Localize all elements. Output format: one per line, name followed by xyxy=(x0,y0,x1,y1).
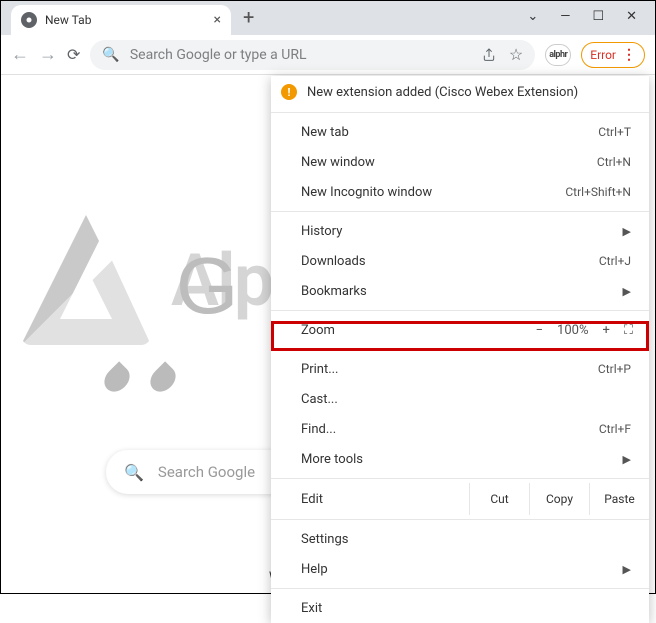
profile-badge[interactable]: alphr xyxy=(545,44,571,66)
caret-down-icon[interactable]: ⌄ xyxy=(527,9,538,24)
menu-separator xyxy=(271,112,649,113)
forward-button[interactable]: → xyxy=(39,44,57,65)
chrome-main-menu: ! New extension added (Cisco Webex Exten… xyxy=(271,76,649,623)
maximize-icon[interactable]: ☐ xyxy=(592,9,604,24)
title-bar: New Tab × + ⌄ — ☐ ✕ xyxy=(1,1,655,35)
edit-paste-button[interactable]: Paste xyxy=(589,483,649,515)
menu-shortcut: Ctrl+T xyxy=(598,125,631,139)
ntp-search-placeholder: Search Google xyxy=(158,463,255,481)
decorative-drops xyxy=(106,365,174,393)
menu-downloads[interactable]: Downloads Ctrl+J xyxy=(271,246,649,276)
chevron-right-icon: ▶ xyxy=(623,225,631,238)
menu-separator xyxy=(271,349,649,350)
chevron-right-icon: ▶ xyxy=(623,285,631,298)
new-tab-button[interactable]: + xyxy=(243,5,254,29)
menu-label: Help xyxy=(301,562,328,577)
drop-icon xyxy=(145,361,180,396)
menu-label: Exit xyxy=(301,601,322,616)
tab-title: New Tab xyxy=(45,13,214,27)
menu-history[interactable]: History ▶ xyxy=(271,216,649,246)
zoom-out-button[interactable]: − xyxy=(536,323,543,338)
menu-label: Zoom xyxy=(301,323,335,338)
alphr-logo-icon xyxy=(21,215,151,345)
close-window-icon[interactable]: ✕ xyxy=(626,9,637,24)
menu-notification[interactable]: ! New extension added (Cisco Webex Exten… xyxy=(271,76,649,108)
menu-dots-icon[interactable]: ⋮ xyxy=(622,47,636,63)
menu-label: Downloads xyxy=(301,254,366,269)
menu-print[interactable]: Print... Ctrl+P xyxy=(271,354,649,384)
zoom-value: 100% xyxy=(557,323,588,338)
menu-settings[interactable]: Settings xyxy=(271,524,649,554)
menu-new-incognito[interactable]: New Incognito window Ctrl+Shift+N xyxy=(271,177,649,207)
menu-label: History xyxy=(301,224,342,239)
menu-label: Bookmarks xyxy=(301,284,367,299)
close-tab-icon[interactable]: × xyxy=(214,12,221,28)
reload-button[interactable]: ⟳ xyxy=(67,45,80,64)
menu-label: New tab xyxy=(301,125,349,140)
chevron-right-icon: ▶ xyxy=(623,453,631,466)
menu-exit[interactable]: Exit xyxy=(271,593,649,623)
menu-new-tab[interactable]: New tab Ctrl+T xyxy=(271,117,649,147)
minimize-icon[interactable]: — xyxy=(560,9,570,24)
search-icon: 🔍 xyxy=(102,47,119,63)
drop-icon xyxy=(99,361,134,396)
menu-separator xyxy=(271,211,649,212)
edit-cut-button[interactable]: Cut xyxy=(469,483,529,515)
menu-bookmarks[interactable]: Bookmarks ▶ xyxy=(271,276,649,306)
menu-shortcut: Ctrl+J xyxy=(599,254,631,268)
menu-separator xyxy=(271,478,649,479)
bookmark-star-icon[interactable]: ☆ xyxy=(509,45,523,64)
zoom-in-button[interactable]: + xyxy=(603,323,610,338)
notification-text: New extension added (Cisco Webex Extensi… xyxy=(307,85,578,100)
chrome-favicon-icon xyxy=(21,12,37,28)
browser-tab[interactable]: New Tab × xyxy=(11,5,231,35)
menu-edit: Edit Cut Copy Paste xyxy=(271,483,649,515)
menu-new-window[interactable]: New window Ctrl+N xyxy=(271,147,649,177)
menu-label: Find... xyxy=(301,422,336,437)
back-button[interactable]: ← xyxy=(11,44,29,65)
address-bar[interactable]: 🔍 Search Google or type a URL ☆ xyxy=(90,40,535,70)
menu-separator xyxy=(271,588,649,589)
menu-label: More tools xyxy=(301,452,363,467)
menu-separator xyxy=(271,310,649,311)
search-icon: 🔍 xyxy=(124,463,144,482)
menu-separator xyxy=(271,519,649,520)
menu-shortcut: Ctrl+F xyxy=(599,422,631,436)
omnibox-placeholder: Search Google or type a URL xyxy=(130,47,463,63)
menu-label: Edit xyxy=(271,492,469,507)
window-controls: ⌄ — ☐ ✕ xyxy=(509,1,655,32)
menu-label: Cast... xyxy=(301,392,338,407)
error-label: Error xyxy=(590,48,616,62)
share-icon[interactable] xyxy=(481,47,497,63)
menu-more-tools[interactable]: More tools ▶ xyxy=(271,444,649,474)
menu-cast[interactable]: Cast... xyxy=(271,384,649,414)
menu-zoom: Zoom − 100% + ⛶ xyxy=(271,315,649,345)
google-logo: G xyxy=(176,240,238,332)
browser-toolbar: ← → ⟳ 🔍 Search Google or type a URL ☆ al… xyxy=(1,35,655,75)
menu-label: New window xyxy=(301,155,375,170)
fullscreen-icon[interactable]: ⛶ xyxy=(624,323,631,338)
menu-label: Print... xyxy=(301,362,338,377)
menu-shortcut: Ctrl+P xyxy=(598,362,631,376)
menu-label: Settings xyxy=(301,532,348,547)
edit-copy-button[interactable]: Copy xyxy=(529,483,589,515)
menu-shortcut: Ctrl+Shift+N xyxy=(565,185,631,199)
menu-help[interactable]: Help ▶ xyxy=(271,554,649,584)
menu-find[interactable]: Find... Ctrl+F xyxy=(271,414,649,444)
menu-label: New Incognito window xyxy=(301,185,432,200)
warning-icon: ! xyxy=(281,84,297,100)
menu-shortcut: Ctrl+N xyxy=(597,155,631,169)
extension-error-button[interactable]: Error ⋮ xyxy=(581,42,645,68)
chevron-right-icon: ▶ xyxy=(623,563,631,576)
